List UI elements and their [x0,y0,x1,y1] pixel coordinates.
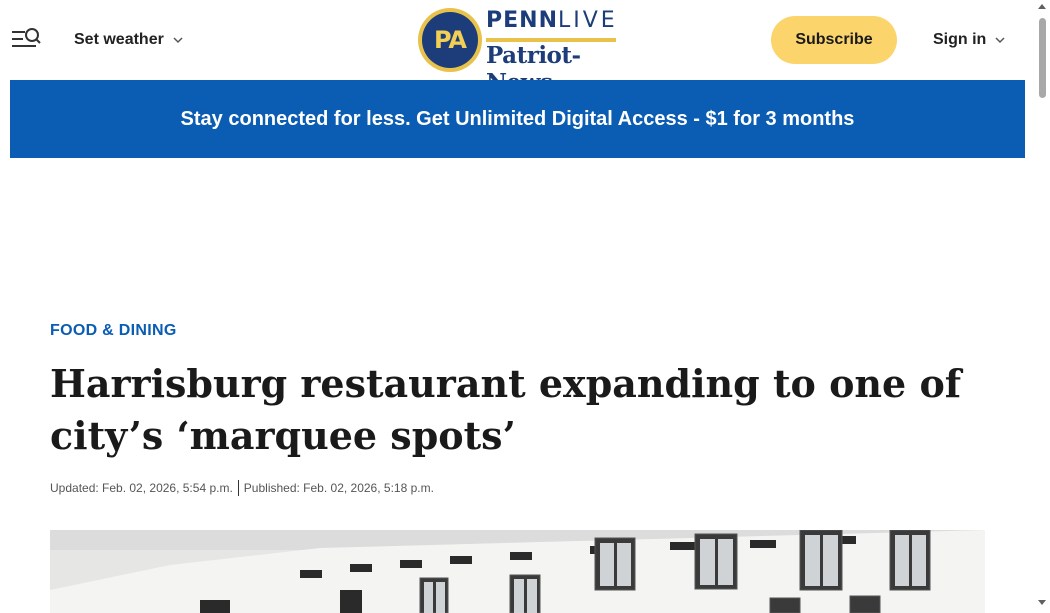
updated-timestamp: Updated: Feb. 02, 2026, 5:54 p.m. [50,481,233,495]
pa-badge-icon: PA [418,8,482,72]
logo-brand-bold: PENN [486,8,558,33]
site-header: Set weather PA PENNLIVE Patriot-News Sub… [0,0,1035,96]
set-weather-button[interactable]: Set weather [74,31,184,49]
chevron-down-icon [173,37,183,44]
weather-label: Set weather [74,31,164,48]
subscription-promo-banner[interactable]: Stay connected for less. Get Unlimited D… [10,80,1025,158]
hero-image[interactable] [50,530,985,613]
logo-brand: PENNLIVE [486,8,618,33]
building-photo [50,530,985,613]
scroll-up-arrow-icon[interactable] [1038,4,1046,9]
site-logo[interactable]: PA PENNLIVE Patriot-News [418,8,618,96]
published-timestamp: Published: Feb. 02, 2026, 5:18 p.m. [243,481,434,495]
scroll-down-arrow-icon[interactable] [1038,600,1046,605]
logo-brand-light: LIVE [557,8,618,33]
menu-search-icon[interactable] [10,24,42,56]
page-scrollbar[interactable] [1035,0,1050,613]
sign-in-button[interactable]: Sign in [933,31,1006,49]
timestamp-divider [237,480,239,496]
article-headline: Harrisburg restaurant expanding to one o… [50,361,962,458]
section-link[interactable]: FOOD & DINING [50,322,177,340]
sign-in-label: Sign in [933,31,987,48]
badge-text: PA [422,12,478,68]
scrollbar-thumb[interactable] [1039,18,1046,98]
article-timestamps: Updated: Feb. 02, 2026, 5:54 p.m. Publis… [50,480,434,496]
chevron-down-icon [995,37,1005,44]
subscribe-button[interactable]: Subscribe [771,16,897,64]
